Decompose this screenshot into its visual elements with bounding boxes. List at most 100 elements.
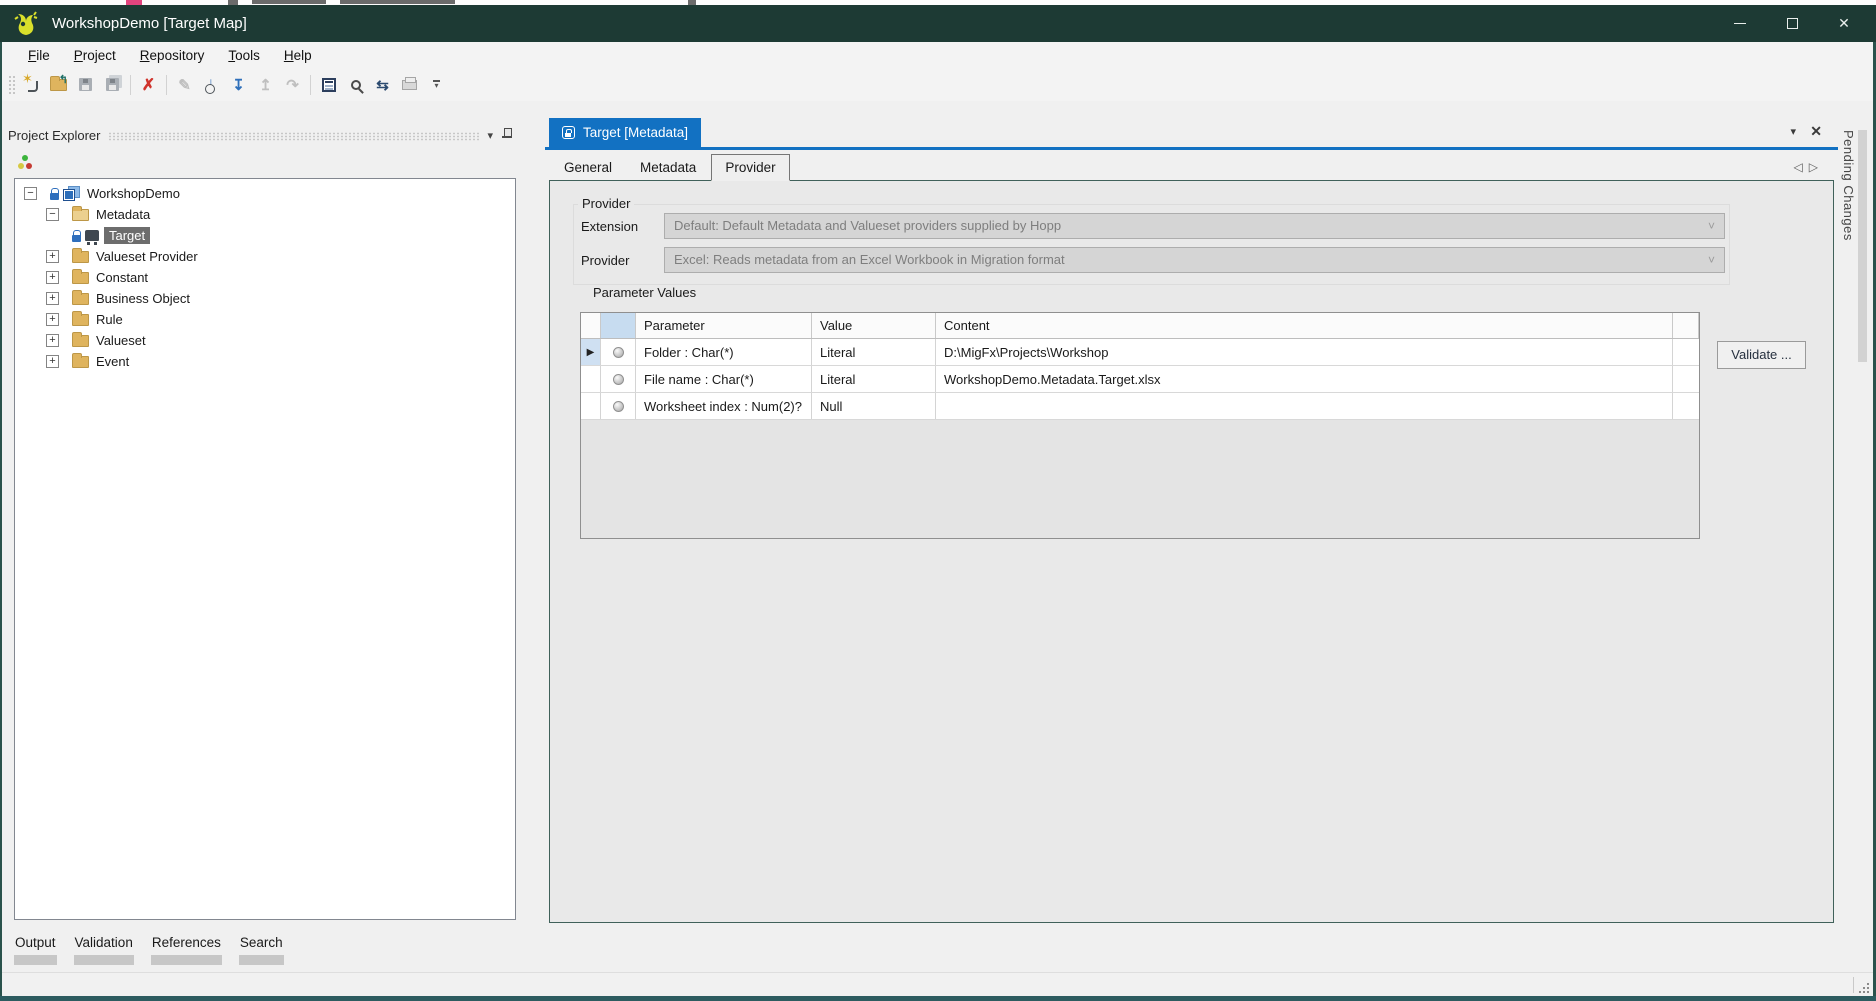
check-out-button[interactable]: ↧ bbox=[225, 72, 252, 97]
maximize-button[interactable] bbox=[1766, 5, 1818, 42]
tree-item-target[interactable]: Target bbox=[15, 225, 515, 246]
subtab-scroll-arrows[interactable]: ◁▷ bbox=[1794, 160, 1824, 174]
document-tab-label: Target [Metadata] bbox=[583, 125, 688, 140]
search-button[interactable] bbox=[342, 72, 369, 97]
grid-row-worksheet-index[interactable]: Worksheet index : Num(2)? Null bbox=[581, 393, 1699, 420]
toolbar-overflow-button[interactable]: ▾ bbox=[423, 72, 450, 97]
pending-changes-label: Pending Changes bbox=[1841, 130, 1856, 241]
tree-item-constant[interactable]: Constant bbox=[15, 267, 515, 288]
menu-file[interactable]: File bbox=[16, 44, 62, 67]
minimize-button[interactable] bbox=[1714, 5, 1766, 42]
tree-item-rule[interactable]: Rule bbox=[15, 309, 515, 330]
tab-label: References bbox=[151, 933, 222, 952]
save-all-button[interactable] bbox=[99, 72, 126, 97]
check-in-button[interactable]: ↥ bbox=[252, 72, 279, 97]
tab-indicator-bar bbox=[151, 955, 222, 965]
pin-icon[interactable] bbox=[501, 128, 513, 142]
close-button[interactable]: ✕ bbox=[1818, 5, 1870, 42]
expand-icon[interactable] bbox=[46, 292, 59, 305]
toolbar-separator bbox=[166, 75, 167, 95]
cell-parameter[interactable]: File name : Char(*) bbox=[636, 366, 812, 392]
pending-changes-tab[interactable]: Pending Changes bbox=[1841, 126, 1871, 376]
background-window-fragment bbox=[228, 0, 238, 5]
tab-indicator-bar bbox=[14, 955, 57, 965]
delete-button[interactable]: ✗ bbox=[135, 72, 162, 97]
status-cell bbox=[601, 366, 636, 392]
status-filter-icon[interactable] bbox=[18, 155, 33, 170]
expand-icon[interactable] bbox=[46, 313, 59, 326]
new-map-button[interactable] bbox=[18, 72, 45, 97]
save-button[interactable] bbox=[72, 72, 99, 97]
cell-value[interactable]: Literal bbox=[812, 339, 936, 365]
tab-general[interactable]: General bbox=[551, 156, 625, 180]
expand-icon[interactable] bbox=[46, 271, 59, 284]
document-list-caret-icon[interactable]: ▾ bbox=[1790, 125, 1796, 138]
resize-grip[interactable] bbox=[1857, 981, 1869, 993]
row-header-column bbox=[581, 313, 601, 338]
project-explorer-toolbar bbox=[8, 150, 521, 174]
extension-value: Default: Default Metadata and Valueset p… bbox=[674, 218, 1061, 233]
provider-label: Provider bbox=[581, 253, 629, 268]
cell-content[interactable]: D:\MigFx\Projects\Workshop bbox=[936, 339, 1673, 365]
edit-button[interactable]: ✎ bbox=[171, 72, 198, 97]
panel-drag-texture[interactable] bbox=[108, 132, 479, 141]
menu-repository[interactable]: Repository bbox=[128, 44, 217, 67]
open-button[interactable]: ↰ bbox=[45, 72, 72, 97]
tab-label: Output bbox=[14, 933, 57, 952]
grid-row-file-name[interactable]: File name : Char(*) Literal WorkshopDemo… bbox=[581, 366, 1699, 393]
expand-icon[interactable] bbox=[46, 250, 59, 263]
chevron-down-icon: ˅ bbox=[1708, 214, 1715, 238]
tree-item-business-object[interactable]: Business Object bbox=[15, 288, 515, 309]
collapse-icon[interactable] bbox=[24, 187, 37, 200]
tree-item-valueset-provider[interactable]: Valueset Provider bbox=[15, 246, 515, 267]
provider-dropdown[interactable]: Excel: Reads metadata from an Excel Work… bbox=[664, 247, 1725, 273]
tab-provider[interactable]: Provider bbox=[711, 154, 789, 181]
bottom-panel-tabs: Output Validation References Search bbox=[14, 933, 284, 971]
status-bar bbox=[2, 972, 1873, 996]
folder-icon bbox=[72, 272, 89, 284]
document-tab-target-metadata[interactable]: Target [Metadata] bbox=[549, 118, 701, 147]
expand-icon[interactable] bbox=[46, 334, 59, 347]
cell-content[interactable]: WorkshopDemo.Metadata.Target.xlsx bbox=[936, 366, 1673, 392]
cell-value[interactable]: Literal bbox=[812, 366, 936, 392]
tree-item-workshopdemo[interactable]: WorkshopDemo bbox=[15, 183, 515, 204]
tab-output[interactable]: Output bbox=[14, 933, 57, 971]
toolbar-grip-handle[interactable] bbox=[8, 75, 15, 95]
undo-checkout-button[interactable]: ↷ bbox=[279, 72, 306, 97]
tree-item-event[interactable]: Event bbox=[15, 351, 515, 372]
cell-parameter[interactable]: Worksheet index : Num(2)? bbox=[636, 393, 812, 419]
extension-dropdown[interactable]: Default: Default Metadata and Valueset p… bbox=[664, 213, 1725, 239]
compare-button[interactable]: ⇆ bbox=[369, 72, 396, 97]
cell-value[interactable]: Null bbox=[812, 393, 936, 419]
document-close-icon[interactable]: ✕ bbox=[1810, 123, 1822, 140]
toolbar-separator bbox=[130, 75, 131, 95]
column-header-parameter[interactable]: Parameter bbox=[636, 313, 812, 338]
tab-metadata[interactable]: Metadata bbox=[627, 156, 709, 180]
cell-content[interactable] bbox=[936, 393, 1673, 419]
menu-help[interactable]: Help bbox=[272, 44, 324, 67]
validate-button[interactable]: Validate ... bbox=[1717, 341, 1806, 369]
grid-row-folder[interactable]: ▶ Folder : Char(*) Literal D:\MigFx\Proj… bbox=[581, 339, 1699, 366]
collapse-icon[interactable] bbox=[46, 208, 59, 221]
get-version-button[interactable] bbox=[198, 72, 225, 97]
menu-tools[interactable]: Tools bbox=[216, 44, 272, 67]
tab-accent-line bbox=[545, 147, 1838, 150]
panel-menu-caret-icon[interactable]: ▾ bbox=[479, 129, 501, 142]
tab-validation[interactable]: Validation bbox=[74, 933, 134, 971]
tab-search[interactable]: Search bbox=[239, 933, 284, 971]
pending-changes-tab-bar bbox=[1858, 130, 1867, 362]
menu-project[interactable]: Project bbox=[62, 44, 128, 67]
tree-item-metadata[interactable]: Metadata bbox=[15, 204, 515, 225]
cell-parameter[interactable]: Folder : Char(*) bbox=[636, 339, 812, 365]
tab-references[interactable]: References bbox=[151, 933, 222, 971]
properties-window-button[interactable] bbox=[315, 72, 342, 97]
column-header-value[interactable]: Value bbox=[812, 313, 936, 338]
folder-icon bbox=[72, 251, 89, 263]
print-button[interactable] bbox=[396, 72, 423, 97]
expand-icon[interactable] bbox=[46, 355, 59, 368]
background-window-sliver bbox=[0, 0, 1876, 5]
tree-item-valueset[interactable]: Valueset bbox=[15, 330, 515, 351]
window-border-left bbox=[0, 42, 2, 1001]
tab-label: Validation bbox=[74, 933, 134, 952]
column-header-content[interactable]: Content bbox=[936, 313, 1673, 338]
